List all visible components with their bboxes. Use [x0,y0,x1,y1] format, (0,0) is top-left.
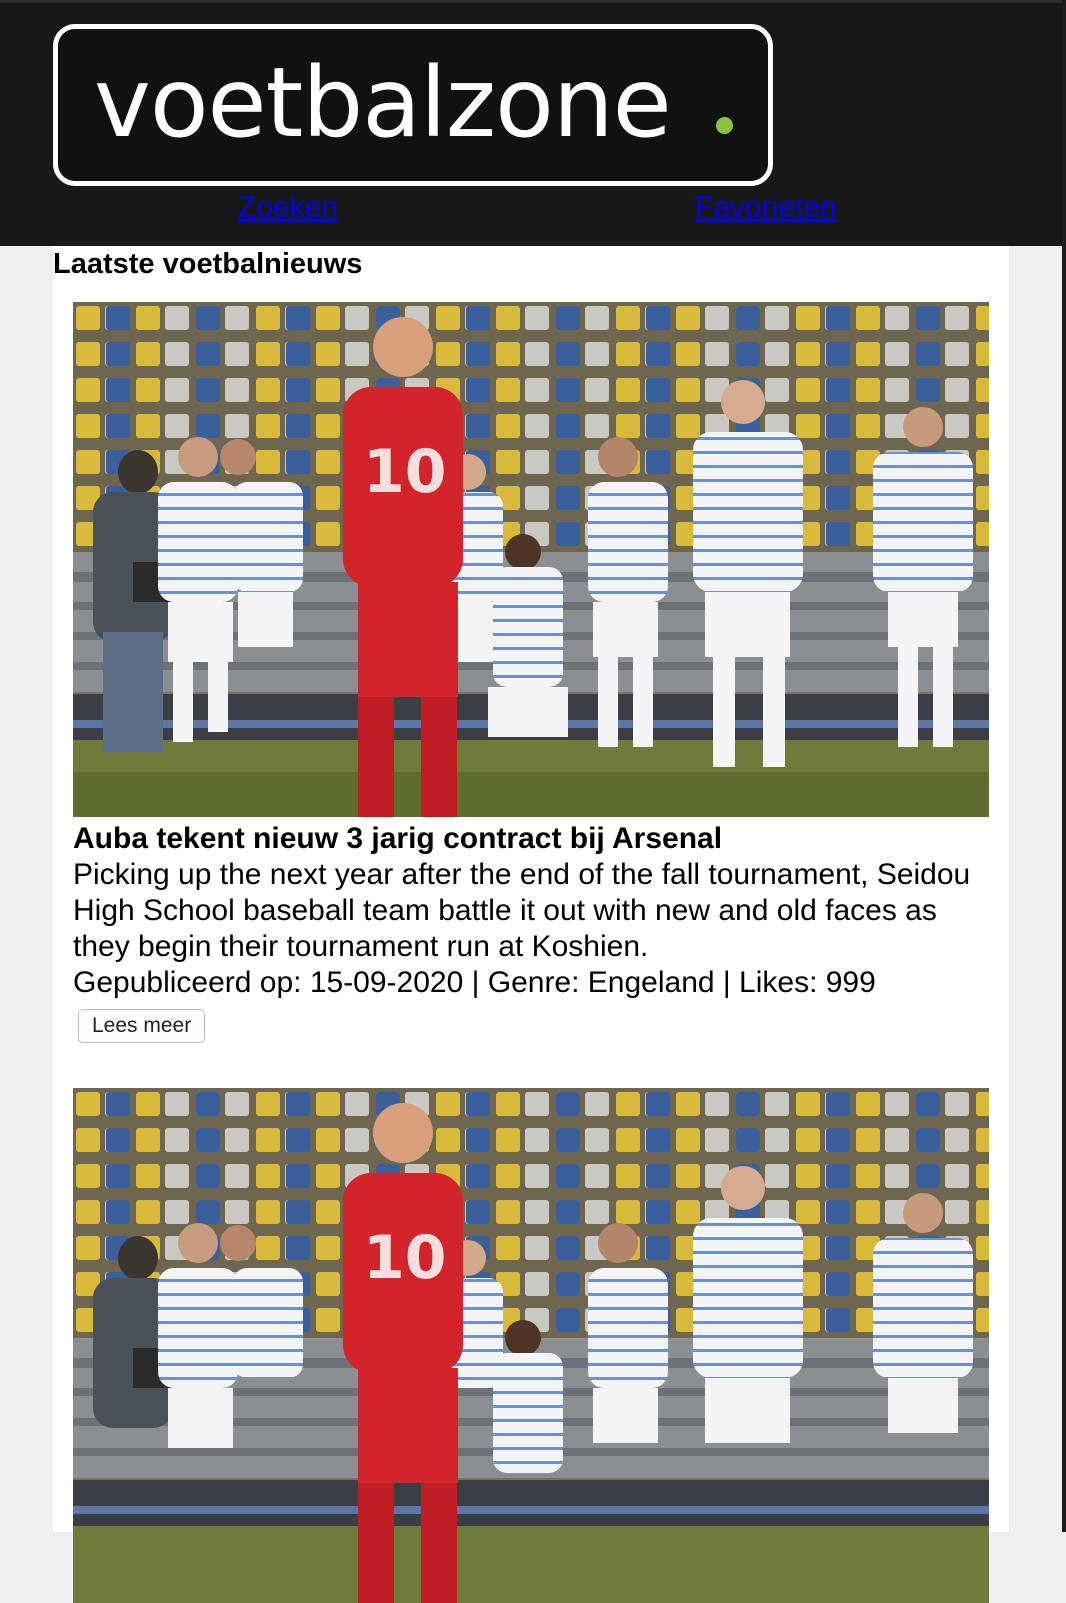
site-logo[interactable]: voetbalzone [53,24,773,186]
logo-dot [716,117,733,134]
news-feed: Laatste voetbalnieuws 10 Auba tekent nie… [53,246,1009,1603]
nav-favorites-link[interactable]: Favorieten [695,190,837,226]
window-top-strip [0,0,1062,3]
read-more-button[interactable]: Lees meer [78,1009,206,1043]
article-meta: Gepubliceerd op: 15-09-2020 | Genre: Eng… [73,966,876,999]
article-title[interactable]: Auba tekent nieuw 3 jarig contract bij A… [73,821,989,857]
section-title: Laatste voetbalnieuws [53,248,363,280]
article-description: Picking up the next year after the end o… [73,858,971,963]
article-image[interactable]: 10 [73,302,989,817]
svg-text:10: 10 [363,1223,447,1293]
site-header: voetbalzone Zoeken Favorieten [0,0,1062,246]
nav-search-link[interactable]: Zoeken [238,190,338,226]
article-card: 10 Auba tekent nieuw 3 jarig contract bi… [73,302,989,1043]
article-image[interactable]: 10 [73,1088,989,1603]
window-edge [1062,0,1066,1532]
logo-wordmark: voetbalzone [94,47,672,159]
svg-text:10: 10 [363,437,447,507]
article-card: 10 [73,1088,989,1603]
